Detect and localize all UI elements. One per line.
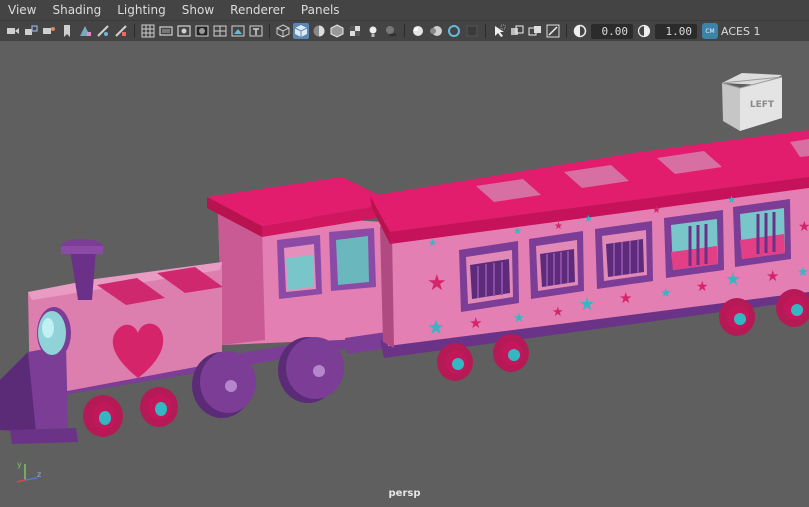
2d-pan-zoom-icon[interactable] bbox=[113, 23, 129, 39]
car-wheel-2 bbox=[493, 334, 529, 372]
y-axis-label: y bbox=[17, 460, 22, 469]
xray-joints-icon[interactable] bbox=[545, 23, 561, 39]
camera-attributes-icon[interactable] bbox=[41, 23, 57, 39]
svg-text:★: ★ bbox=[428, 238, 437, 249]
wireframe-icon[interactable] bbox=[275, 23, 291, 39]
z-axis-label: z bbox=[37, 470, 41, 479]
svg-text:★: ★ bbox=[427, 315, 445, 339]
shadows-icon[interactable] bbox=[383, 23, 399, 39]
use-all-lights-icon[interactable] bbox=[365, 23, 381, 39]
view-cube[interactable]: LEFT bbox=[718, 69, 788, 135]
exposure-icon[interactable] bbox=[572, 23, 588, 39]
default-material-icon[interactable] bbox=[311, 23, 327, 39]
svg-text:★: ★ bbox=[798, 219, 809, 235]
svg-text:★: ★ bbox=[725, 269, 741, 290]
isolate-select-icon[interactable] bbox=[491, 23, 507, 39]
gate-mask-icon[interactable] bbox=[194, 23, 210, 39]
svg-text:★: ★ bbox=[696, 279, 709, 295]
motion-blur-icon[interactable] bbox=[428, 23, 444, 39]
svg-text:★: ★ bbox=[584, 214, 593, 225]
wireframe-on-shaded-icon[interactable] bbox=[329, 23, 345, 39]
viewport-3d[interactable]: ★ ★ ★ ★ ★ ★ ★ ★ ★ ★ ★ ★ ★ ★ ★ ★ ★ ★ ★ bbox=[0, 41, 809, 507]
svg-text:★: ★ bbox=[427, 271, 447, 296]
camera-label: persp bbox=[388, 488, 421, 499]
svg-text:★: ★ bbox=[727, 195, 736, 206]
textured-icon[interactable] bbox=[347, 23, 363, 39]
film-gate-icon[interactable] bbox=[158, 23, 174, 39]
menu-shading[interactable]: Shading bbox=[44, 0, 109, 20]
svg-text:★: ★ bbox=[579, 294, 595, 315]
screen-space-ao-icon[interactable] bbox=[410, 23, 426, 39]
panel-toolbar: 0.00 1.00 CM ACES 1 bbox=[0, 20, 809, 42]
color-management-icon[interactable]: CM bbox=[702, 23, 718, 39]
car-wheel-1 bbox=[437, 343, 473, 381]
menu-renderer[interactable]: Renderer bbox=[222, 0, 293, 20]
loco-front-wheel-1 bbox=[83, 395, 123, 437]
menu-show[interactable]: Show bbox=[174, 0, 222, 20]
car-window-2 bbox=[529, 231, 584, 299]
xray-icon[interactable] bbox=[509, 23, 525, 39]
multisample-aa-icon[interactable] bbox=[446, 23, 462, 39]
loco-front-wheel-2 bbox=[140, 387, 178, 427]
image-plane-icon[interactable] bbox=[77, 23, 93, 39]
car-wheel-3 bbox=[719, 298, 755, 336]
safe-title-icon[interactable] bbox=[248, 23, 264, 39]
svg-text:★: ★ bbox=[554, 221, 563, 232]
resolution-gate-icon[interactable] bbox=[176, 23, 192, 39]
view-cube-face-label: LEFT bbox=[750, 100, 775, 110]
svg-text:★: ★ bbox=[660, 286, 672, 301]
bookmark-icon[interactable] bbox=[59, 23, 75, 39]
car-window-1 bbox=[459, 241, 519, 312]
gamma-icon[interactable] bbox=[636, 23, 652, 39]
svg-text:★: ★ bbox=[766, 267, 779, 285]
depth-of-field-icon[interactable] bbox=[464, 23, 480, 39]
svg-text:★: ★ bbox=[652, 205, 661, 216]
svg-text:★: ★ bbox=[619, 289, 632, 307]
x-axis-line bbox=[16, 479, 26, 483]
car-window-3 bbox=[595, 221, 653, 289]
view-transform-dropdown[interactable]: ACES 1 bbox=[721, 25, 760, 38]
select-camera-icon[interactable] bbox=[5, 23, 21, 39]
smooth-shade-icon[interactable] bbox=[293, 23, 309, 39]
grease-pencil-icon[interactable] bbox=[95, 23, 111, 39]
svg-text:★: ★ bbox=[513, 226, 522, 237]
xray-active-icon[interactable] bbox=[527, 23, 543, 39]
field-chart-icon[interactable] bbox=[212, 23, 228, 39]
z-axis-line bbox=[24, 477, 38, 481]
svg-text:★: ★ bbox=[797, 265, 809, 280]
svg-text:★: ★ bbox=[469, 314, 482, 332]
car-window-4 bbox=[664, 210, 724, 278]
menu-panels[interactable]: Panels bbox=[293, 0, 348, 20]
axis-indicator: y z bbox=[16, 460, 41, 483]
lock-camera-icon[interactable] bbox=[23, 23, 39, 39]
exposure-field[interactable]: 0.00 bbox=[591, 23, 633, 39]
safe-action-icon[interactable] bbox=[230, 23, 246, 39]
menu-lighting[interactable]: Lighting bbox=[109, 0, 174, 20]
panel-menubar: View Shading Lighting Show Renderer Pane… bbox=[0, 0, 809, 20]
menu-view[interactable]: View bbox=[0, 0, 44, 20]
svg-text:★: ★ bbox=[513, 311, 525, 326]
svg-text:★: ★ bbox=[552, 305, 564, 320]
gamma-field[interactable]: 1.00 bbox=[655, 23, 697, 39]
grid-icon[interactable] bbox=[140, 23, 156, 39]
car-window-5 bbox=[733, 199, 791, 267]
